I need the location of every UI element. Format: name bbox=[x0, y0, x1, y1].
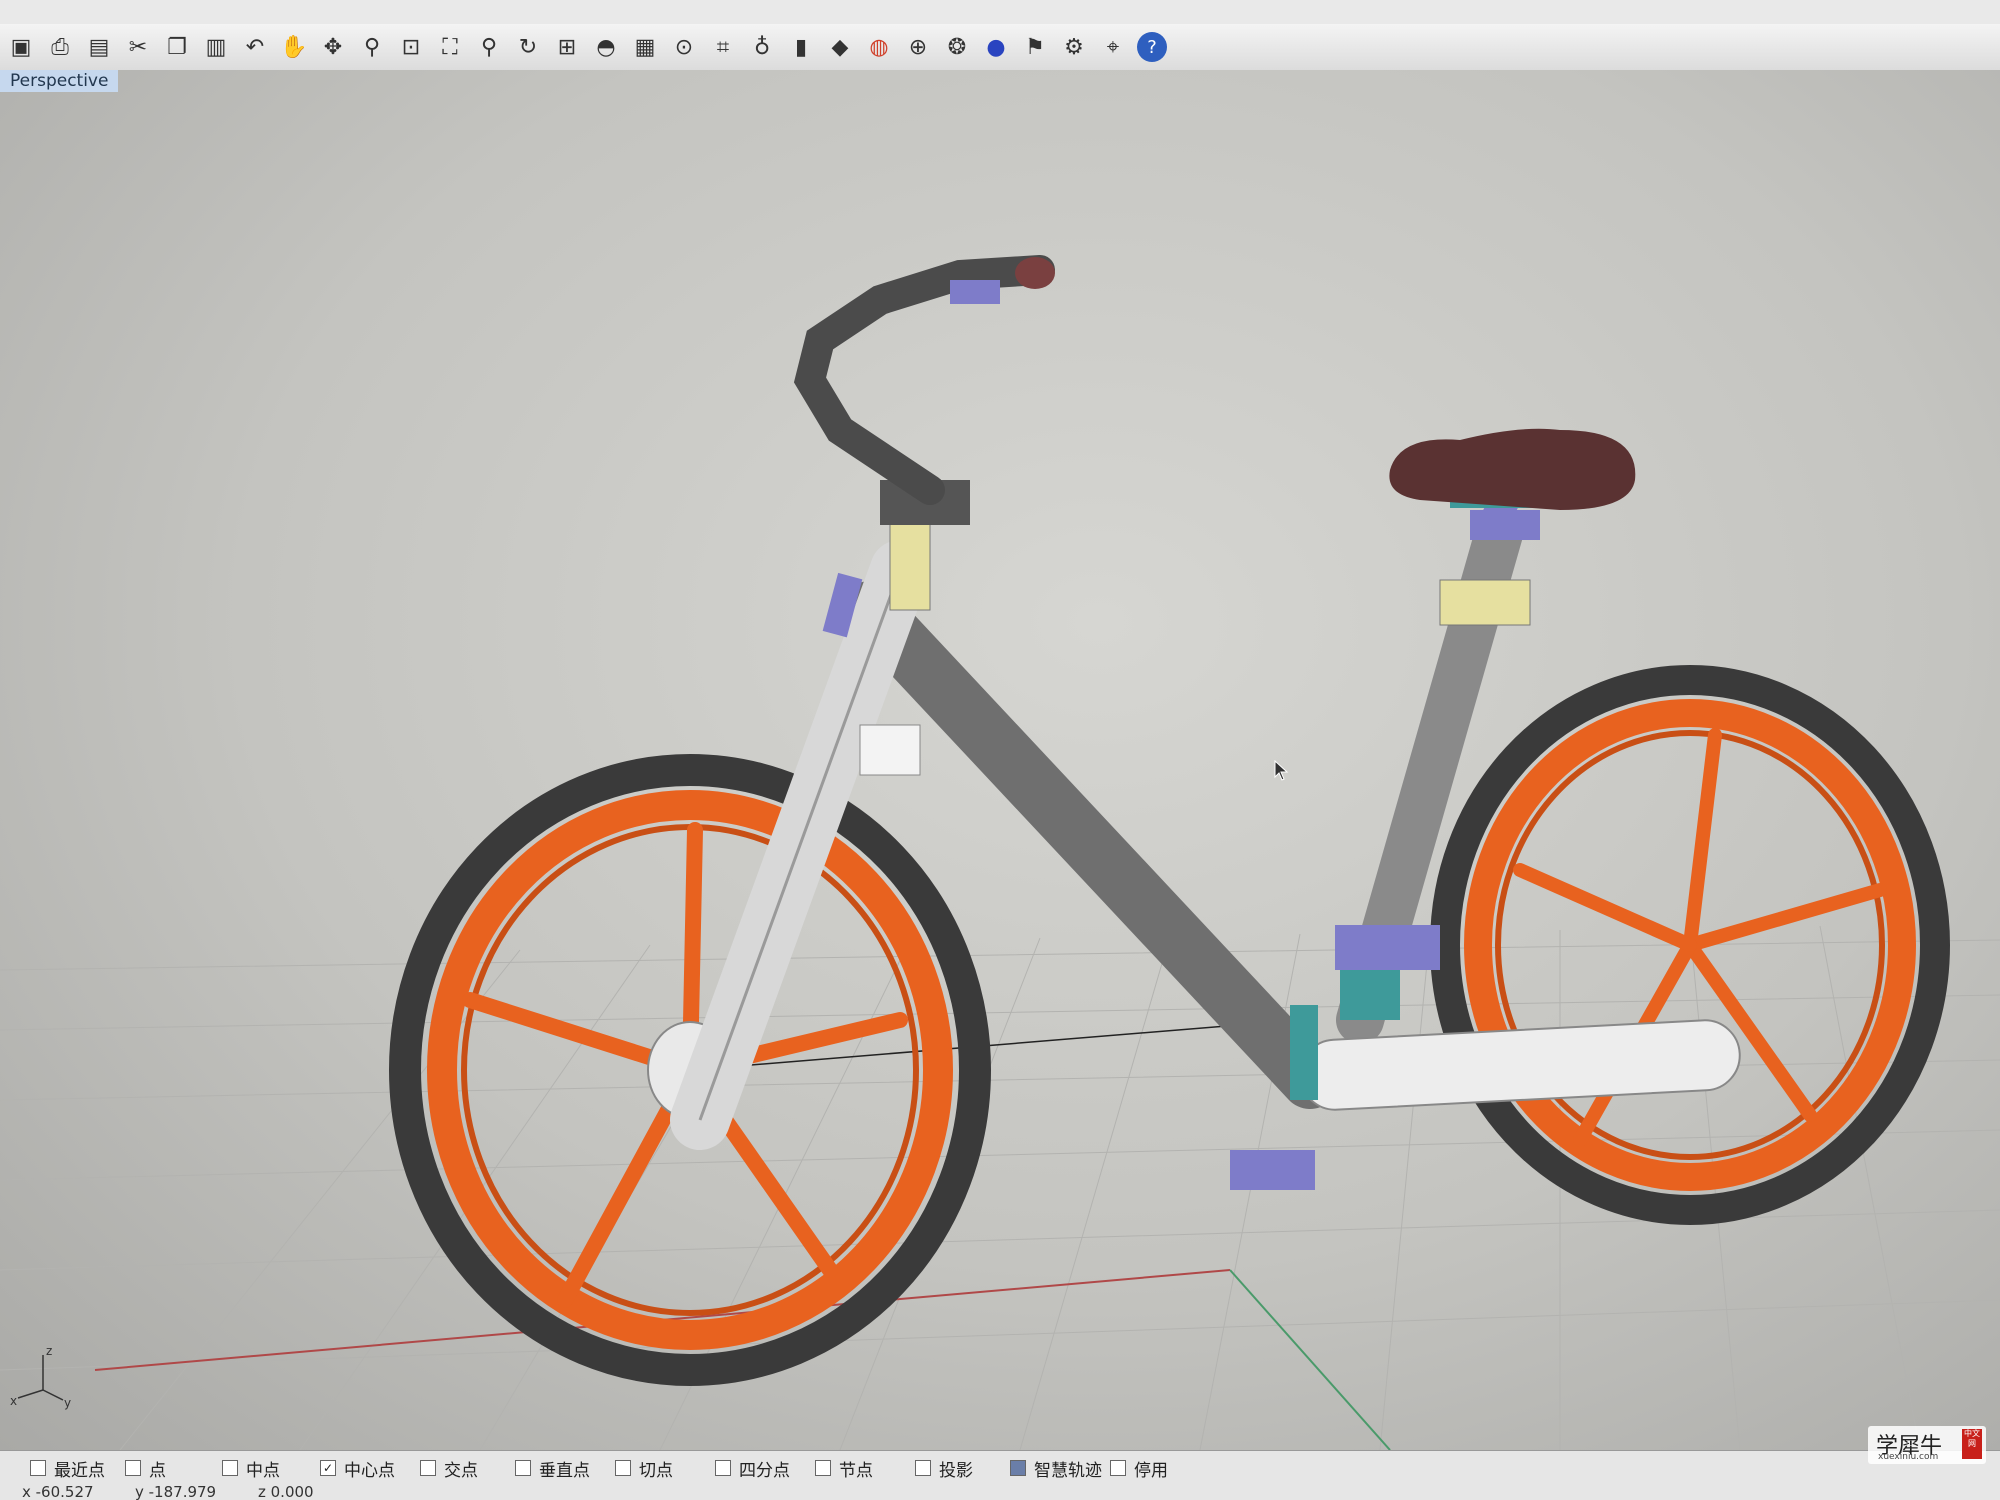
wireframe-icon[interactable]: ⊕ bbox=[903, 32, 933, 62]
cut-icon[interactable]: ✂ bbox=[123, 32, 153, 62]
cplane-icon[interactable]: ⊙ bbox=[669, 32, 699, 62]
grid-plane-icon[interactable]: ▦ bbox=[630, 32, 660, 62]
save-icon[interactable]: ▣ bbox=[6, 32, 36, 62]
coord-z: z 0.000 bbox=[258, 1483, 314, 1500]
osnap-checkbox[interactable] bbox=[515, 1460, 531, 1476]
osnap-label: 中心点 bbox=[344, 1460, 395, 1481]
rotate-view-icon[interactable]: ✥ bbox=[318, 32, 348, 62]
rear-wheel bbox=[1430, 665, 1950, 1225]
osnap-label: 交点 bbox=[444, 1460, 478, 1481]
osnap-11[interactable]: 停用 bbox=[1110, 1457, 1168, 1481]
osnap-checkbox[interactable] bbox=[1110, 1460, 1126, 1476]
clipboard-icon[interactable]: ▥ bbox=[201, 32, 231, 62]
mouse-cursor-icon bbox=[1274, 760, 1289, 781]
car-icon[interactable]: ◓ bbox=[591, 32, 621, 62]
handlebar bbox=[793, 255, 1055, 638]
axis-x-label: x bbox=[10, 1394, 18, 1408]
osnap-4[interactable]: 交点 bbox=[420, 1457, 478, 1481]
undo-icon[interactable]: ↶ bbox=[240, 32, 270, 62]
coord-x: x -60.527 bbox=[22, 1483, 94, 1500]
print-icon[interactable]: ⎙ bbox=[45, 32, 75, 62]
flag-icon[interactable]: ⚑ bbox=[1020, 32, 1050, 62]
color-wheel-icon[interactable]: ◍ bbox=[864, 32, 894, 62]
rotate-icon[interactable]: ↻ bbox=[513, 32, 543, 62]
dimension-icon[interactable]: ⌗ bbox=[708, 32, 738, 62]
site-watermark-logo: 学犀牛 xuexiniu.com 中文网 bbox=[1868, 1426, 1986, 1464]
osnap-6[interactable]: 切点 bbox=[615, 1457, 673, 1481]
settings-gear-icon[interactable]: ⚙ bbox=[1059, 32, 1089, 62]
osnap-label: 最近点 bbox=[54, 1460, 105, 1481]
osnap-2[interactable]: 中点 bbox=[222, 1457, 280, 1481]
osnap-checkbox[interactable] bbox=[222, 1460, 238, 1476]
osnap-8[interactable]: 节点 bbox=[815, 1457, 873, 1481]
watermark-badge: 中文网 bbox=[1962, 1429, 1982, 1459]
osnap-checkbox[interactable] bbox=[30, 1460, 46, 1476]
shaded-icon[interactable]: ❂ bbox=[942, 32, 972, 62]
paste-icon[interactable]: ▤ bbox=[84, 32, 114, 62]
rhino-window: ▣ ⎙ ▤ ✂ ❐ ▥ ↶ ✋ ✥ ⚲ ⊡ ⛶ ⚲ ↻ ⊞ ◓ ▦ ⊙ ⌗ ♁ ▮ ◆ ◍ ⊕ ❂ ● ⚑ ⚙ ⌖? bbox=[0, 0, 2000, 1500]
osnap-label: 停用 bbox=[1134, 1460, 1168, 1481]
osnap-label: 中点 bbox=[246, 1460, 280, 1481]
osnap-checkbox[interactable] bbox=[1010, 1460, 1026, 1476]
osnap-checkbox[interactable] bbox=[815, 1460, 831, 1476]
pan-hand-icon[interactable]: ✋ bbox=[279, 32, 309, 62]
osnap-checkbox[interactable] bbox=[420, 1460, 436, 1476]
osnap-1[interactable]: 点 bbox=[125, 1457, 166, 1481]
osnap-label: 投影 bbox=[939, 1460, 973, 1481]
bicycle-model[interactable] bbox=[0, 70, 2000, 1450]
copy-icon[interactable]: ❐ bbox=[162, 32, 192, 62]
status-bar: 最近点 点 中点 ✓ 中心点 交点 垂直点 切点 四分点 节点 投影 智慧轨迹 停用 x -60.527… bbox=[0, 1450, 2000, 1500]
osnap-0[interactable]: 最近点 bbox=[30, 1457, 105, 1481]
osnap-label: 智慧轨迹 bbox=[1034, 1460, 1102, 1481]
help-icon[interactable]: ? bbox=[1137, 32, 1167, 62]
title-strip bbox=[0, 0, 2000, 24]
osnap-3[interactable]: ✓ 中心点 bbox=[320, 1457, 395, 1481]
zoom-extents-icon[interactable]: ⛶ bbox=[435, 32, 465, 62]
osnap-label: 四分点 bbox=[739, 1460, 790, 1481]
osnap-checkbox[interactable] bbox=[915, 1460, 931, 1476]
osnap-checkbox[interactable] bbox=[615, 1460, 631, 1476]
osnap-5[interactable]: 垂直点 bbox=[515, 1457, 590, 1481]
light-bulb-icon[interactable]: ♁ bbox=[747, 32, 777, 62]
lock-icon[interactable]: ▮ bbox=[786, 32, 816, 62]
watermark-url: xuexiniu.com bbox=[1878, 1452, 1939, 1462]
standard-toolbar: ▣ ⎙ ▤ ✂ ❐ ▥ ↶ ✋ ✥ ⚲ ⊡ ⛶ ⚲ ↻ ⊞ ◓ ▦ ⊙ ⌗ ♁ ▮ ◆ ◍ ⊕ ❂ ● ⚑ ⚙ ⌖? bbox=[0, 24, 2000, 71]
osnap-7[interactable]: 四分点 bbox=[715, 1457, 790, 1481]
osnap-checkbox[interactable]: ✓ bbox=[320, 1460, 336, 1476]
layer-icon[interactable]: ◆ bbox=[825, 32, 855, 62]
axis-y-label: y bbox=[64, 1396, 72, 1410]
snap-icon[interactable]: ⌖ bbox=[1098, 32, 1128, 62]
zoom-window-icon[interactable]: ⊡ bbox=[396, 32, 426, 62]
osnap-label: 垂直点 bbox=[539, 1460, 590, 1481]
saddle bbox=[1389, 428, 1636, 626]
osnap-checkbox[interactable] bbox=[125, 1460, 141, 1476]
axis-z-label: z bbox=[46, 1344, 53, 1358]
perspective-viewport[interactable]: Perspective z x y bbox=[0, 70, 2000, 1450]
osnap-10[interactable]: 智慧轨迹 bbox=[1010, 1457, 1102, 1481]
osnap-label: 节点 bbox=[839, 1460, 873, 1481]
osnap-label: 点 bbox=[149, 1460, 166, 1481]
viewport-title[interactable]: Perspective bbox=[0, 70, 119, 92]
osnap-checkbox[interactable] bbox=[715, 1460, 731, 1476]
world-axes-icon: z x y bbox=[8, 1340, 78, 1410]
four-viewports-icon[interactable]: ⊞ bbox=[552, 32, 582, 62]
coord-y: y -187.979 bbox=[135, 1483, 217, 1500]
zoom-icon[interactable]: ⚲ bbox=[357, 32, 387, 62]
zoom-selected-icon[interactable]: ⚲ bbox=[474, 32, 504, 62]
osnap-9[interactable]: 投影 bbox=[915, 1457, 973, 1481]
render-sphere-icon[interactable]: ● bbox=[981, 32, 1011, 62]
osnap-label: 切点 bbox=[639, 1460, 673, 1481]
